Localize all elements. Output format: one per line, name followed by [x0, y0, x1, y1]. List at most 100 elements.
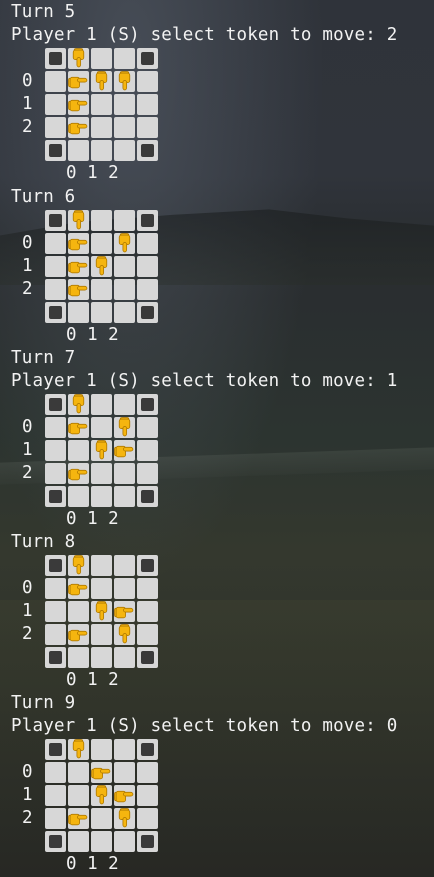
turn-label: Turn 9 [11, 693, 76, 713]
pointing-right-hand-icon [68, 417, 89, 438]
pointing-right-hand-icon [68, 463, 89, 484]
board-row [22, 47, 160, 70]
row-label: 2 [22, 117, 33, 137]
column-labels: 0 1 2 [66, 163, 119, 183]
board-cell [45, 256, 66, 277]
pointing-right-hand-icon [68, 94, 89, 115]
board-row: 2 [22, 116, 160, 139]
row-label: 0 [22, 233, 33, 253]
corner-cell [137, 48, 158, 69]
board-cell [91, 279, 112, 300]
board-cell [114, 486, 135, 507]
pointing-down-hand-icon [91, 71, 112, 92]
corner-cell [45, 48, 66, 69]
corner-cell [137, 831, 158, 852]
board-cell [114, 555, 135, 576]
row-label: 2 [22, 808, 33, 828]
board-row [22, 485, 160, 508]
board-cell [68, 486, 89, 507]
row-label: 1 [22, 601, 33, 621]
board-cell [137, 256, 158, 277]
board-cell [114, 279, 135, 300]
board-cell [114, 463, 135, 484]
board-cell [137, 762, 158, 783]
move-prompt: Player 1 (S) select token to move: 1 [11, 371, 398, 391]
pointing-right-hand-icon [68, 71, 89, 92]
corner-cell [137, 140, 158, 161]
board-cell [45, 233, 66, 254]
board-cell [91, 808, 112, 829]
board-cell [68, 601, 89, 622]
board-cell [137, 94, 158, 115]
board-cell [45, 785, 66, 806]
board-cell [68, 647, 89, 668]
board-cell [114, 394, 135, 415]
pointing-down-hand-icon [68, 555, 89, 576]
board-cell [91, 140, 112, 161]
board-row: 1 [22, 784, 160, 807]
board-cell [114, 210, 135, 231]
board-cell [91, 555, 112, 576]
pointing-down-hand-icon [114, 624, 135, 645]
row-label: 1 [22, 94, 33, 114]
board-cell [114, 140, 135, 161]
board-cell [91, 210, 112, 231]
board-cell [68, 140, 89, 161]
board-cell [91, 578, 112, 599]
pointing-right-hand-icon [68, 808, 89, 829]
row-label: 0 [22, 762, 33, 782]
row-label: 2 [22, 463, 33, 483]
board-cell [137, 117, 158, 138]
board-cell [45, 71, 66, 92]
board-cell [91, 624, 112, 645]
board-row: 0 [22, 232, 160, 255]
column-labels: 0 1 2 [66, 509, 119, 529]
board-cell [114, 831, 135, 852]
board-cell [68, 831, 89, 852]
row-label: 0 [22, 417, 33, 437]
board-cell [45, 463, 66, 484]
board-cell [68, 762, 89, 783]
board-row: 0 [22, 577, 160, 600]
row-label: 0 [22, 71, 33, 91]
board-cell [45, 601, 66, 622]
corner-cell [137, 394, 158, 415]
pointing-down-hand-icon [91, 601, 112, 622]
board-row: 2 [22, 462, 160, 485]
pointing-right-hand-icon [68, 624, 89, 645]
pointing-down-hand-icon [68, 394, 89, 415]
board-cell [68, 302, 89, 323]
corner-cell [45, 831, 66, 852]
pointing-right-hand-icon [91, 762, 112, 783]
corner-cell [137, 647, 158, 668]
board-cell [91, 302, 112, 323]
board-cell [91, 486, 112, 507]
pointing-right-hand-icon [68, 256, 89, 277]
board-row: 1 [22, 255, 160, 278]
board-cell [45, 624, 66, 645]
game-board: 0 1 2 [22, 738, 160, 853]
board-cell [91, 233, 112, 254]
board-cell [114, 578, 135, 599]
board-row [22, 830, 160, 853]
board-cell [68, 785, 89, 806]
board-row: 2 [22, 623, 160, 646]
corner-cell [137, 739, 158, 760]
pointing-down-hand-icon [68, 210, 89, 231]
board-cell [91, 394, 112, 415]
row-label: 0 [22, 578, 33, 598]
corner-cell [137, 210, 158, 231]
pointing-right-hand-icon [114, 785, 135, 806]
board-row: 0 [22, 416, 160, 439]
row-label: 1 [22, 440, 33, 460]
pointing-right-hand-icon [114, 440, 135, 461]
board-cell [114, 117, 135, 138]
board-cell [45, 808, 66, 829]
board-row: 2 [22, 278, 160, 301]
board-cell [137, 440, 158, 461]
board-row [22, 393, 160, 416]
pointing-down-hand-icon [91, 785, 112, 806]
turn-label: Turn 8 [11, 532, 76, 552]
corner-cell [45, 555, 66, 576]
board-cell [45, 279, 66, 300]
